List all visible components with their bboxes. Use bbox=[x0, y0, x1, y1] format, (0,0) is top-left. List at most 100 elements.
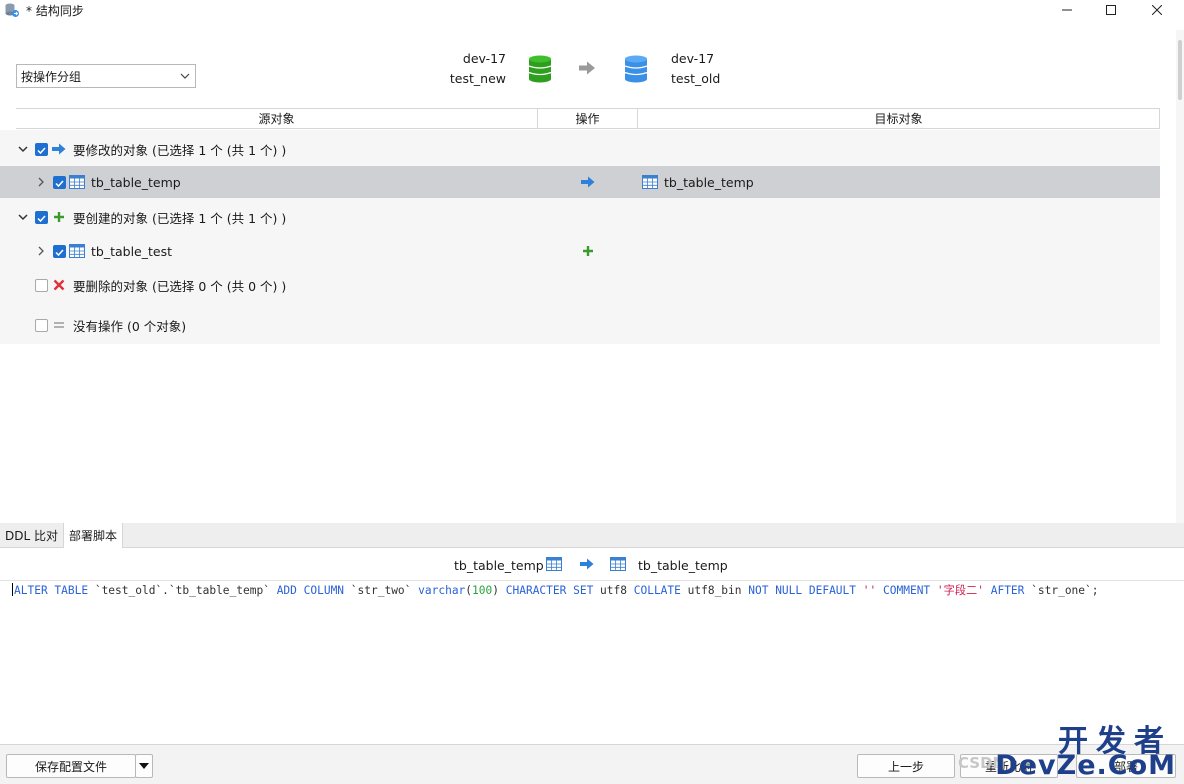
column-header-source[interactable]: 源对象 bbox=[16, 109, 538, 128]
column-header-operation[interactable]: 操作 bbox=[538, 109, 638, 128]
sql-token: utf8 bbox=[593, 584, 634, 597]
column-header-target[interactable]: 目标对象 bbox=[638, 109, 1160, 128]
group-delete-label: 要删除的对象 (已选择 0 个 (共 0 个) ) bbox=[73, 278, 287, 294]
group-row-no-operation[interactable]: 没有操作 (0 个对象) bbox=[0, 308, 1160, 342]
table-row-create-tb-table-test[interactable]: tb_table_test bbox=[0, 234, 1160, 268]
chevron-right-icon[interactable] bbox=[35, 176, 47, 188]
group-modify-label: 要修改的对象 (已选择 1 个 (共 1 个) ) bbox=[73, 142, 287, 158]
target-connection: dev-17 bbox=[671, 51, 715, 66]
script-source-table: tb_table_temp bbox=[454, 558, 544, 573]
source-db-info: dev-17 test_new bbox=[430, 49, 506, 89]
sql-token: 100 bbox=[472, 584, 493, 597]
sql-token: ALTER TABLE bbox=[14, 584, 89, 597]
group-row-delete[interactable]: 要删除的对象 (已选择 0 个 (共 0 个) ) bbox=[0, 268, 1160, 302]
group-row-create[interactable]: 要创建的对象 (已选择 1 个 (共 1 个) ) bbox=[0, 200, 1160, 234]
table-icon bbox=[642, 175, 658, 189]
sql-statement: ALTER TABLE `test_old`.`tb_table_temp` A… bbox=[14, 584, 1099, 597]
sql-token: '' bbox=[862, 584, 877, 597]
caret-down-icon bbox=[139, 763, 149, 769]
previous-step-button[interactable]: 上一步 bbox=[857, 754, 955, 778]
sql-token: AFTER bbox=[990, 584, 1025, 597]
plus-icon bbox=[582, 245, 594, 257]
script-header: tb_table_temp tb_table_temp bbox=[0, 549, 1184, 581]
chevron-down-icon[interactable] bbox=[17, 211, 29, 223]
chevron-down-icon bbox=[180, 73, 190, 79]
group-create-label: 要创建的对象 (已选择 1 个 (共 1 个) ) bbox=[73, 210, 287, 226]
group-create-checkbox[interactable] bbox=[35, 210, 48, 224]
save-profile-button[interactable]: 保存配置文件 bbox=[6, 754, 136, 778]
source-table-name: tb_table_temp bbox=[91, 174, 181, 190]
tab-deploy-script[interactable]: 部署脚本 bbox=[62, 523, 123, 548]
sql-token: utf8_bin bbox=[680, 584, 749, 597]
deploy-script-editor[interactable]: ALTER TABLE `test_old`.`tb_table_temp` A… bbox=[12, 582, 1099, 598]
close-icon bbox=[1152, 5, 1162, 15]
sql-token: ) bbox=[492, 584, 506, 597]
database-sync-icon bbox=[5, 3, 19, 17]
group-no-operation-checkbox[interactable] bbox=[35, 318, 48, 332]
csdn-watermark: CSDN bbox=[958, 754, 1006, 772]
tab-ddl-compare[interactable]: DDL 比对 bbox=[0, 523, 63, 548]
script-target-table: tb_table_temp bbox=[638, 558, 728, 573]
text-caret bbox=[12, 583, 13, 596]
title-bar: * 结构同步 bbox=[0, 0, 1184, 20]
scrollbar-thumb[interactable] bbox=[1178, 40, 1182, 100]
group-mode-select[interactable]: 按操作分组 bbox=[16, 64, 196, 88]
sql-token: ADD COLUMN bbox=[276, 584, 345, 597]
footer-bar: 保存配置文件 上一步 重新比对 部署 bbox=[0, 744, 1184, 784]
source-database-icon bbox=[528, 55, 552, 83]
table-icon bbox=[69, 244, 85, 258]
source-database: test_new bbox=[449, 71, 506, 86]
sql-token: CHARACTER SET bbox=[505, 584, 594, 597]
arrow-right-icon bbox=[581, 176, 595, 188]
plus-icon bbox=[53, 211, 65, 223]
table-icon bbox=[610, 557, 626, 571]
group-delete-checkbox[interactable] bbox=[35, 278, 48, 292]
sql-token: varchar bbox=[418, 584, 466, 597]
group-no-operation-label: 没有操作 (0 个对象) bbox=[73, 318, 187, 334]
vertical-scrollbar[interactable] bbox=[1176, 30, 1184, 524]
bottom-tab-bar: DDL 比对 部署脚本 bbox=[0, 523, 1184, 548]
target-table-name: tb_table_temp bbox=[664, 174, 754, 190]
cross-icon bbox=[53, 279, 65, 291]
sql-token: '字段二' bbox=[936, 584, 984, 597]
group-modify-checkbox[interactable] bbox=[35, 142, 48, 156]
close-button[interactable] bbox=[1134, 0, 1180, 20]
table-icon bbox=[546, 557, 562, 571]
grid-header: 源对象 操作 目标对象 bbox=[16, 108, 1160, 129]
minimize-button[interactable] bbox=[1044, 0, 1090, 20]
source-table-name: tb_table_test bbox=[91, 243, 172, 259]
arrow-right-icon bbox=[52, 143, 66, 155]
arrow-right-icon bbox=[580, 558, 594, 570]
sql-token: `str_one`; bbox=[1024, 584, 1099, 597]
sql-token: COMMENT bbox=[883, 584, 931, 597]
minimize-icon bbox=[1062, 9, 1072, 11]
group-row-modify[interactable]: 要修改的对象 (已选择 1 个 (共 1 个) ) bbox=[0, 132, 1160, 166]
sql-token: `str_two` bbox=[344, 584, 419, 597]
window-title: * 结构同步 bbox=[26, 3, 84, 18]
item-tb-table-temp-checkbox[interactable] bbox=[53, 175, 66, 189]
item-tb-table-test-checkbox[interactable] bbox=[53, 244, 66, 258]
arrow-right-icon bbox=[579, 61, 595, 75]
group-mode-value: 按操作分组 bbox=[21, 69, 82, 84]
table-icon bbox=[69, 175, 85, 189]
target-db-info: dev-17 test_old bbox=[671, 49, 771, 89]
save-profile-dropdown[interactable] bbox=[135, 754, 153, 778]
table-row-modify-tb-table-temp[interactable]: tb_table_temp tb_table_temp bbox=[0, 166, 1160, 198]
chevron-right-icon[interactable] bbox=[35, 245, 47, 257]
target-database-icon bbox=[624, 55, 648, 83]
maximize-icon bbox=[1106, 5, 1116, 15]
maximize-button[interactable] bbox=[1088, 0, 1134, 20]
sql-token: COLLATE bbox=[633, 584, 681, 597]
target-database: test_old bbox=[671, 71, 721, 86]
deploy-button[interactable]: 部署 bbox=[1076, 754, 1176, 778]
sql-token: `test_old`.`tb_table_temp` bbox=[88, 584, 277, 597]
sql-token: NOT NULL DEFAULT bbox=[748, 584, 857, 597]
chevron-down-icon[interactable] bbox=[17, 143, 29, 155]
equals-icon bbox=[53, 319, 65, 331]
comparison-tree: 要修改的对象 (已选择 1 个 (共 1 个) ) tb_table_temp … bbox=[0, 130, 1160, 344]
source-connection: dev-17 bbox=[462, 51, 506, 66]
